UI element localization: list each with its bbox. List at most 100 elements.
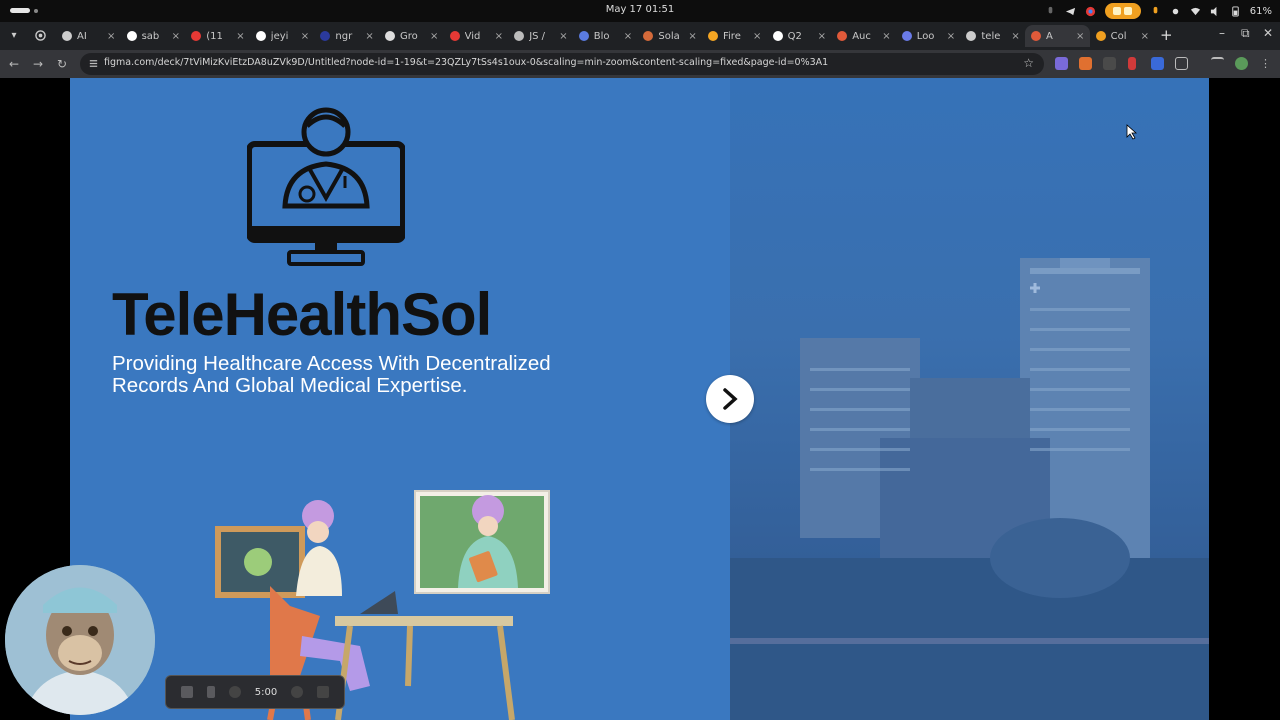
url-text[interactable]: figma.com/deck/7tViMizKviEtzDA8uZVk9D/Un… xyxy=(104,57,1004,68)
browser-menu-icon[interactable]: ⋮ xyxy=(1260,57,1273,70)
browser-tab[interactable]: Blo × xyxy=(573,25,638,47)
battery-icon[interactable] xyxy=(1230,5,1241,17)
tab-close-icon[interactable]: × xyxy=(301,31,309,42)
tab-close-icon[interactable]: × xyxy=(172,31,180,42)
microphone-icon[interactable] xyxy=(1045,6,1056,17)
tab-close-icon[interactable]: × xyxy=(1076,31,1084,42)
restart-button[interactable] xyxy=(291,686,304,698)
browser-tab[interactable]: Fire × xyxy=(702,25,767,47)
tab-close-icon[interactable]: × xyxy=(882,31,890,42)
tab-close-icon[interactable]: × xyxy=(495,31,503,42)
tab-title: Q2 xyxy=(787,30,802,42)
tab-title: Gro xyxy=(400,30,418,42)
delete-recording-button[interactable] xyxy=(317,686,330,698)
page-viewport: TeleHealthSol Providing Healthcare Acces… xyxy=(0,78,1280,720)
browser-tab-bar: ▾ AI × sab × (11 × jeyi × ngr × Gro × Vid × JS / × Blo × S… xyxy=(0,22,1280,50)
screen-share-indicator[interactable] xyxy=(1104,3,1141,19)
system-tray[interactable]: 61% xyxy=(1045,3,1272,19)
tab-close-icon[interactable]: × xyxy=(236,31,244,42)
reload-button[interactable]: ↻ xyxy=(53,55,71,73)
tab-title: sab xyxy=(141,30,160,42)
tab-close-icon[interactable]: × xyxy=(753,31,761,42)
hospital-building-image xyxy=(730,258,1209,720)
browser-tab[interactable]: tele × xyxy=(960,25,1025,47)
tab-close-icon[interactable]: × xyxy=(1011,31,1019,42)
blog-icon xyxy=(578,31,589,41)
youtube-icon xyxy=(191,31,202,41)
recording-tab-icon[interactable] xyxy=(35,30,46,41)
minimize-button[interactable]: – xyxy=(1219,26,1225,40)
browser-tab[interactable]: Vid × xyxy=(444,25,509,47)
extension-icon-4[interactable] xyxy=(1128,57,1136,70)
recording-timer: 5:00 xyxy=(254,686,278,698)
browser-tab[interactable]: ngr × xyxy=(314,25,379,47)
browser-tab[interactable]: JS / × xyxy=(508,25,573,47)
forward-button[interactable]: → xyxy=(29,55,47,73)
tab-close-icon[interactable]: × xyxy=(818,31,826,42)
browser-tab[interactable]: Sola × xyxy=(637,25,702,47)
browser-tab[interactable]: Col × xyxy=(1090,25,1155,47)
pause-button[interactable] xyxy=(206,686,215,698)
browser-tab[interactable]: sab × xyxy=(121,25,186,47)
bookmark-star-icon[interactable]: ☆ xyxy=(1023,56,1034,70)
stop-record-button[interactable] xyxy=(180,686,193,698)
youtube-icon xyxy=(449,31,460,41)
browser-tab[interactable]: Auc × xyxy=(831,25,896,47)
tab-close-icon[interactable]: × xyxy=(947,31,955,42)
tab-title: ngr xyxy=(335,30,353,42)
wifi-icon[interactable] xyxy=(1190,6,1201,17)
tab-close-icon[interactable]: × xyxy=(1141,31,1149,42)
telegram-icon[interactable] xyxy=(1065,6,1076,17)
extension-icon-5[interactable] xyxy=(1151,57,1164,70)
ngrok-icon xyxy=(320,31,331,41)
extensions-puzzle-icon[interactable] xyxy=(1175,57,1188,70)
tab-title: JS / xyxy=(529,30,546,42)
tab-title: tele xyxy=(981,30,1001,42)
close-window-button[interactable]: ✕ xyxy=(1263,26,1273,40)
brightness-icon[interactable] xyxy=(1170,6,1181,17)
media-control-icon[interactable] xyxy=(1211,57,1224,70)
browser-tab[interactable]: Loo × xyxy=(896,25,961,47)
site-info-icon[interactable] xyxy=(88,58,99,69)
chrome-icon[interactable] xyxy=(1085,6,1096,17)
tab-close-icon[interactable]: × xyxy=(430,31,438,42)
tab-search-icon[interactable]: ▾ xyxy=(6,28,22,44)
tele-icon xyxy=(966,31,977,41)
next-slide-button[interactable] xyxy=(706,375,754,423)
figma-icon xyxy=(837,31,848,41)
new-tab-button[interactable]: + xyxy=(1160,26,1173,44)
hospital-photo xyxy=(730,78,1209,720)
browser-tab[interactable]: AI × xyxy=(56,25,121,47)
mic-toggle-button[interactable] xyxy=(228,686,241,698)
browser-tab[interactable]: Q2 × xyxy=(767,25,832,47)
profile-avatar[interactable] xyxy=(1235,57,1248,70)
colab-icon xyxy=(1095,31,1106,41)
tab-close-icon[interactable]: × xyxy=(559,31,567,42)
subtitle-line-2: Records And Global Medical Expertise. xyxy=(112,374,468,397)
address-bar[interactable]: figma.com/deck/7tViMizKviEtzDA8uZVk9D/Un… xyxy=(80,53,1044,75)
firebase-icon xyxy=(708,31,718,41)
battery-percent: 61% xyxy=(1249,5,1272,17)
solana-icon xyxy=(643,31,654,41)
browser-toolbar: ← → ↻ figma.com/deck/7tViMizKviEtzDA8uZV… xyxy=(0,50,1280,78)
tab-close-icon[interactable]: × xyxy=(624,31,632,42)
ai-icon xyxy=(62,31,72,41)
tab-close-icon[interactable]: × xyxy=(107,31,115,42)
mic-active-icon[interactable] xyxy=(1150,6,1161,17)
browser-tab[interactable]: A × xyxy=(1025,25,1091,47)
x-icon xyxy=(385,31,395,41)
back-button[interactable]: ← xyxy=(5,55,23,73)
browser-tab[interactable]: jeyi × xyxy=(250,25,315,47)
extension-icon-1[interactable] xyxy=(1055,57,1068,70)
tab-close-icon[interactable]: × xyxy=(688,31,696,42)
telehealth-monitor-icon xyxy=(247,107,405,266)
tab-title: (11 xyxy=(206,30,223,42)
volume-icon[interactable] xyxy=(1210,6,1221,17)
tab-close-icon[interactable]: × xyxy=(365,31,373,42)
tab-title: Loo xyxy=(916,30,935,42)
extension-icon-2[interactable] xyxy=(1079,57,1092,70)
browser-tab[interactable]: Gro × xyxy=(379,25,444,47)
maximize-button[interactable]: ⧉ xyxy=(1241,26,1250,41)
extension-icon-3[interactable] xyxy=(1103,57,1116,70)
browser-tab[interactable]: (11 × xyxy=(185,25,250,47)
